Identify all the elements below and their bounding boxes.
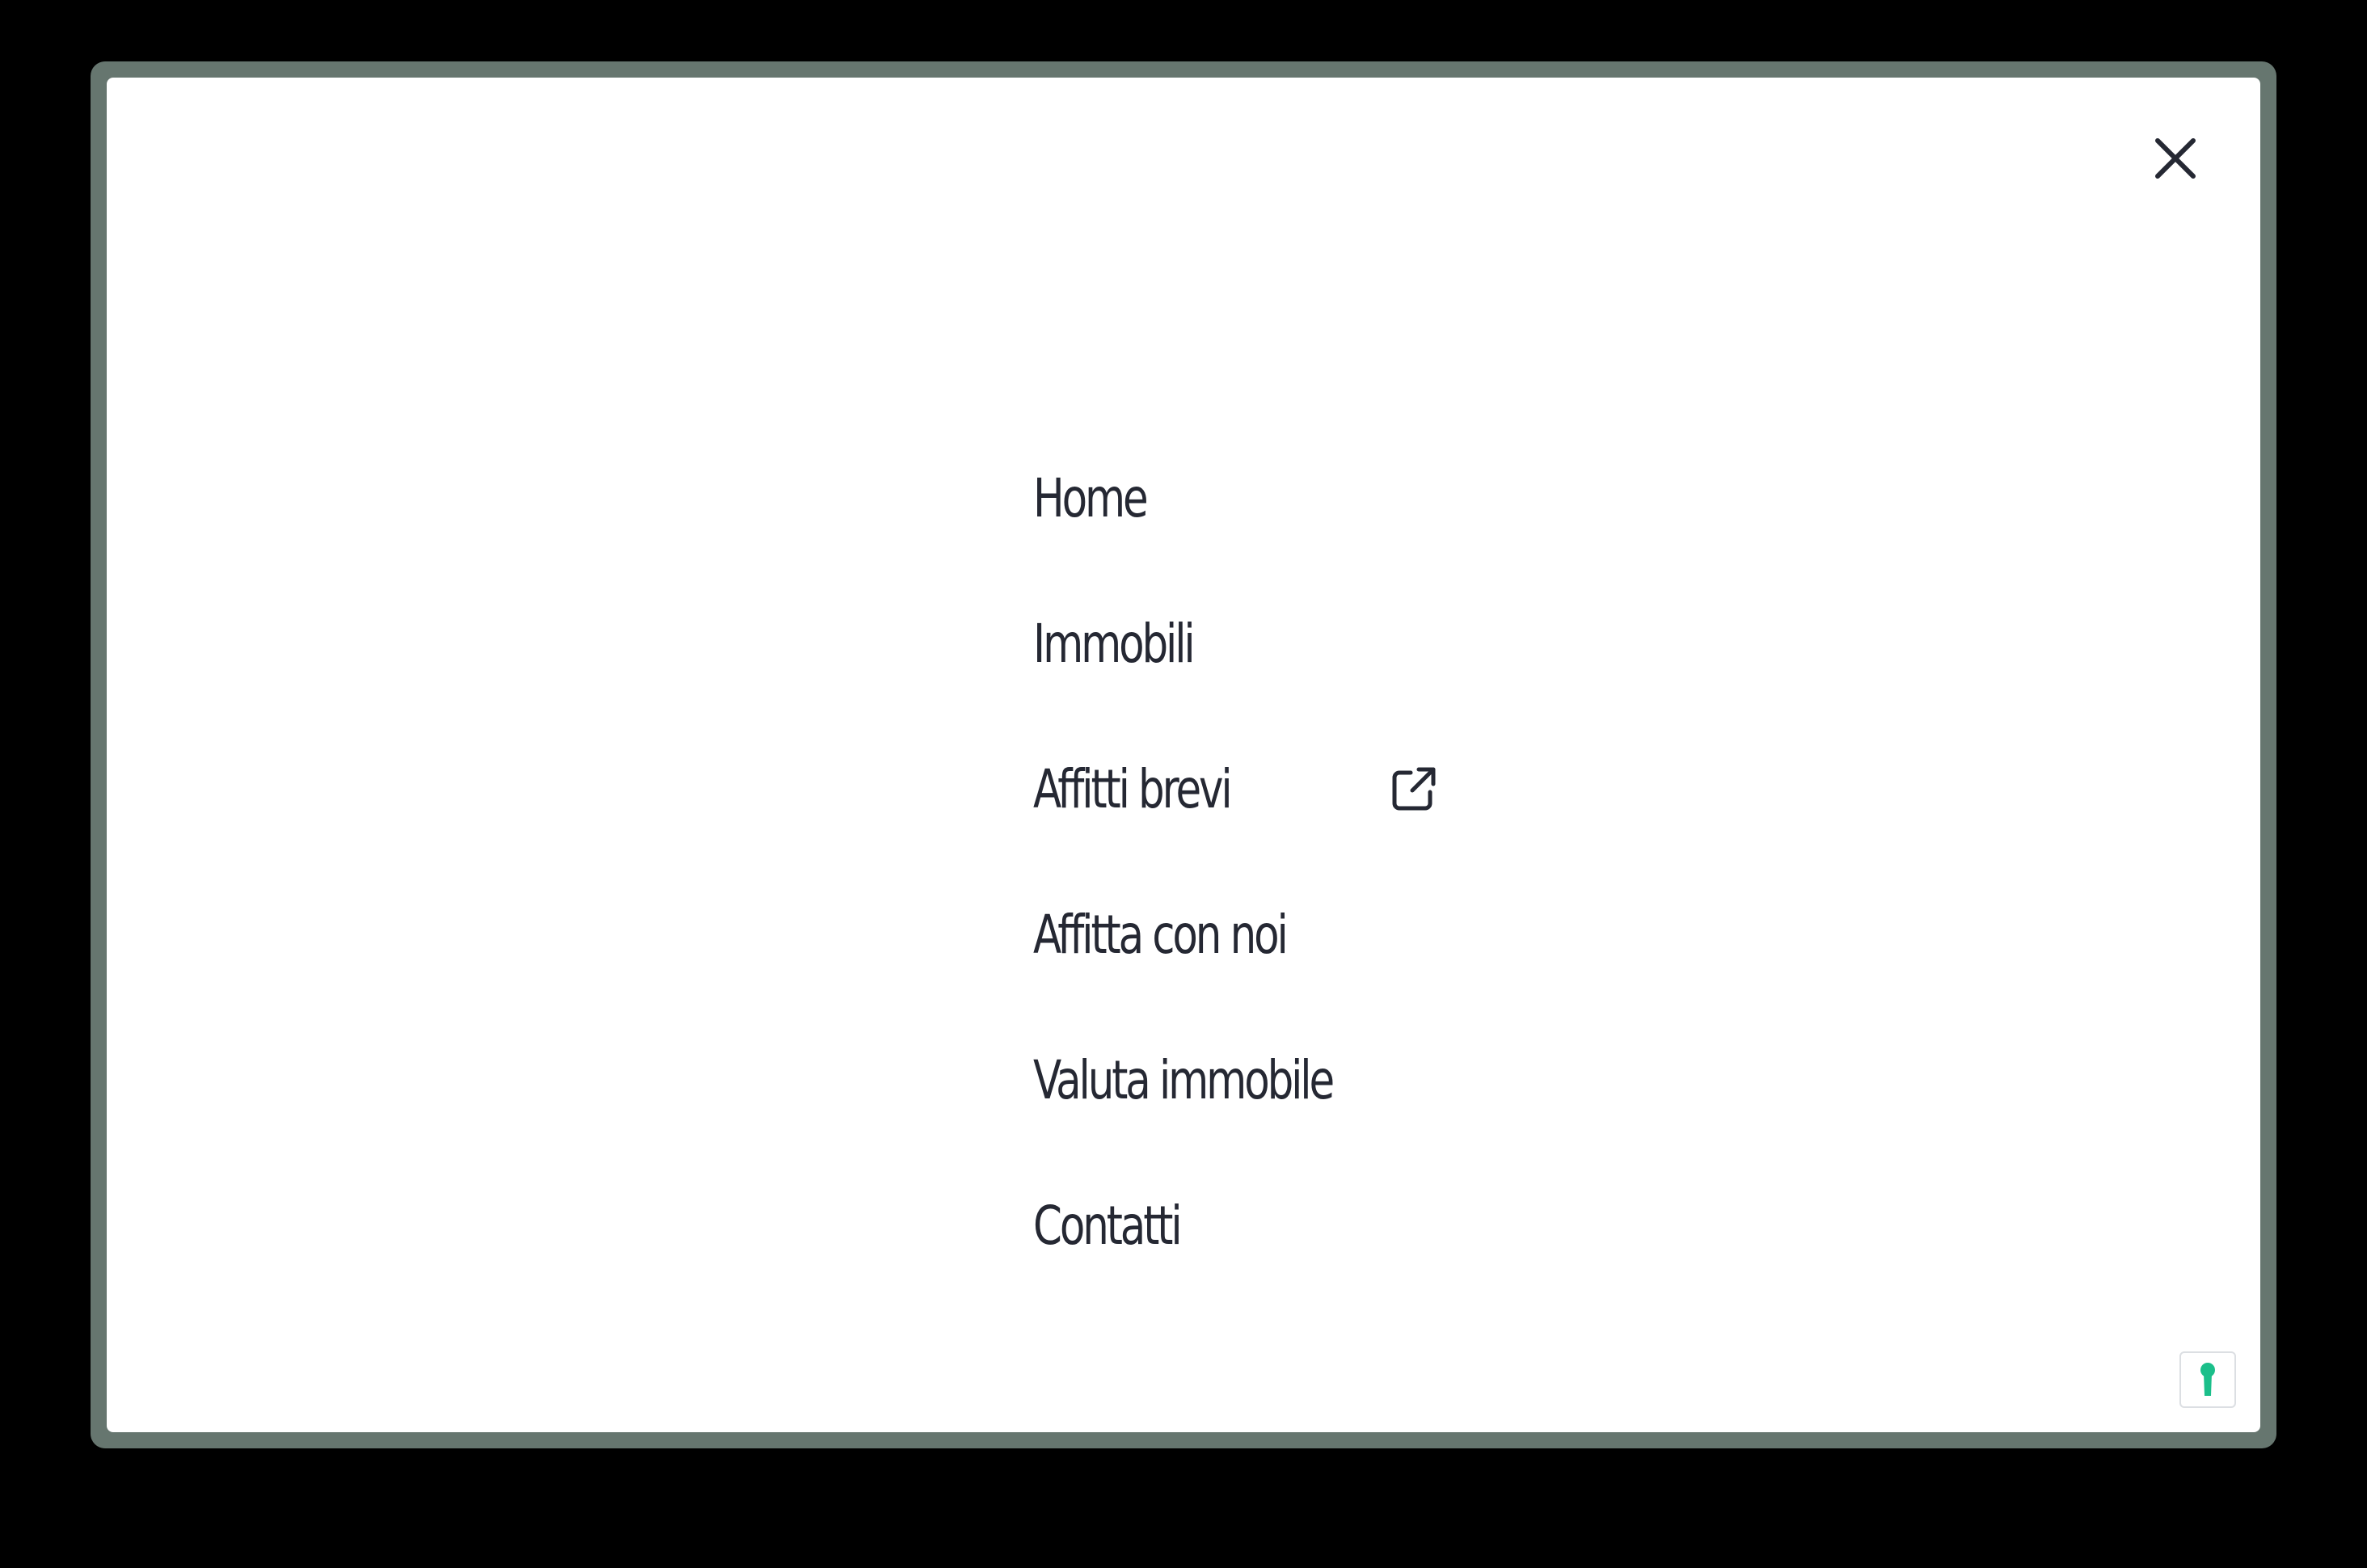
nav-item-label: Immobili: [1033, 612, 1196, 675]
nav-item-label: Valuta immobile: [1033, 1048, 1335, 1111]
nav-item-immobili[interactable]: Immobili: [1033, 571, 1416, 716]
nav-item-affitta-con-noi[interactable]: Affitta con noi: [1033, 862, 1416, 1007]
nav-item-label: Contatti: [1033, 1194, 1183, 1257]
external-link-icon: [1389, 764, 1439, 814]
nav-item-valuta-immobile[interactable]: Valuta immobile: [1033, 1007, 1416, 1153]
main-nav: Home Immobili Affitti brevi Affitta con …: [1033, 425, 1436, 1298]
menu-overlay: Home Immobili Affitti brevi Affitta con …: [107, 78, 2260, 1432]
nav-item-label: Affitta con noi: [1033, 903, 1289, 966]
menu-window: Home Immobili Affitti brevi Affitta con …: [91, 61, 2276, 1448]
nav-item-contatti[interactable]: Contatti: [1033, 1153, 1416, 1298]
nav-item-affitti-brevi[interactable]: Affitti brevi: [1033, 716, 1436, 862]
keyhole-icon: [2200, 1363, 2215, 1396]
nav-item-label: Home: [1033, 466, 1149, 529]
privacy-badge-button[interactable]: [2179, 1351, 2236, 1408]
close-icon: [2155, 138, 2196, 179]
nav-item-label: Affitti brevi: [1033, 757, 1233, 820]
close-button[interactable]: [2137, 120, 2214, 197]
nav-item-home[interactable]: Home: [1033, 425, 1416, 571]
